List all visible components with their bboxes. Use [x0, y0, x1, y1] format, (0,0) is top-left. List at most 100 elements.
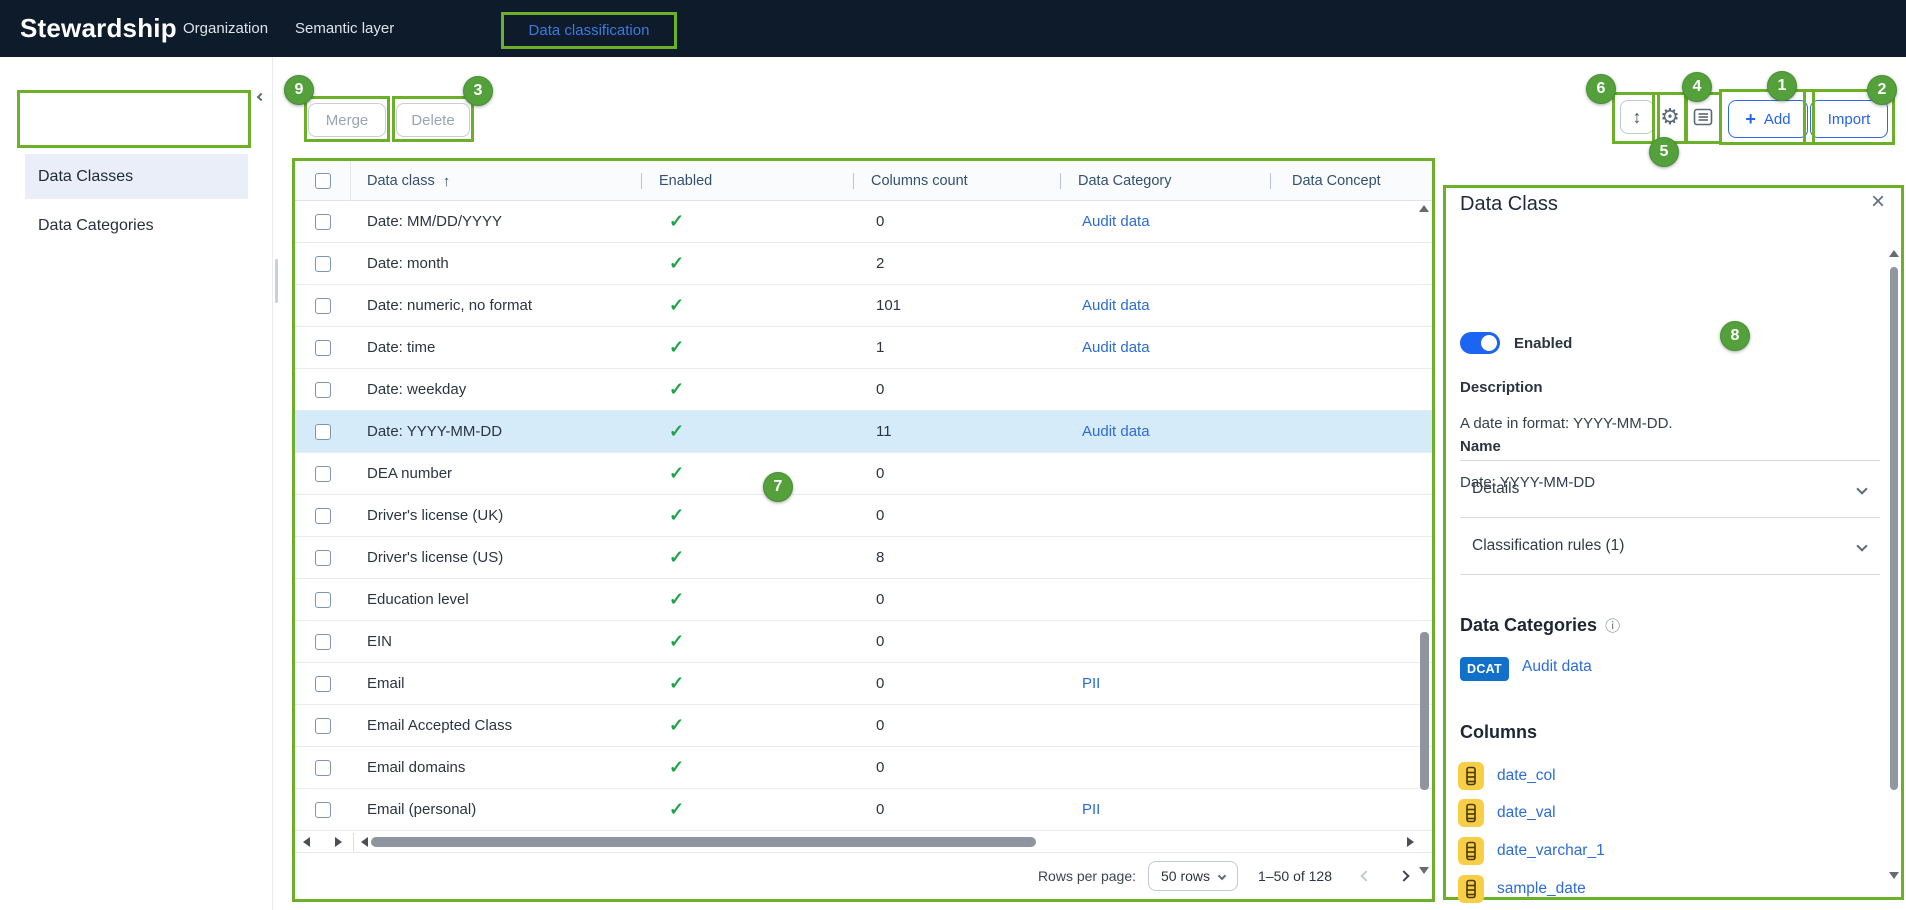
classification-rules-section-toggle[interactable]: Classification rules (1) — [1460, 524, 1880, 568]
row-checkbox[interactable] — [315, 424, 331, 440]
table-row[interactable]: Date: month✓2 — [295, 243, 1432, 285]
table-row[interactable]: Date: time✓1Audit data — [295, 327, 1432, 369]
column-header-columns-count[interactable]: Columns count — [871, 161, 968, 201]
column-header-data-concept[interactable]: Data Concept — [1292, 161, 1381, 201]
previous-page-button[interactable] — [1362, 872, 1370, 880]
column-link[interactable]: sample_date — [1497, 880, 1586, 898]
panel-column-item: date_col — [1458, 759, 1838, 793]
table-row[interactable]: Date: MM/DD/YYYY✓0Audit data — [295, 201, 1432, 243]
data-class-name: Email — [367, 663, 405, 704]
row-checkbox[interactable] — [315, 214, 331, 230]
row-checkbox[interactable] — [315, 718, 331, 734]
table-row[interactable]: Education level✓0 — [295, 579, 1432, 621]
data-class-name: Email domains — [367, 747, 465, 788]
table-row[interactable]: Email✓0PII — [295, 663, 1432, 705]
row-checkbox[interactable] — [315, 592, 331, 608]
add-button[interactable]: + Add — [1728, 100, 1808, 138]
enabled-check-icon: ✓ — [669, 621, 684, 662]
row-checkbox[interactable] — [315, 760, 331, 776]
data-class-name: Driver's license (US) — [367, 537, 503, 578]
annotation-badge-3: 3 — [463, 76, 493, 106]
column-link[interactable]: date_col — [1497, 767, 1556, 785]
enabled-toggle[interactable] — [1460, 332, 1500, 354]
row-checkbox[interactable] — [315, 676, 331, 692]
list-icon — [1691, 105, 1715, 129]
tab-data-classification-label: Data classification — [529, 22, 650, 39]
next-page-button[interactable] — [1400, 872, 1408, 880]
scroll-left-icon[interactable] — [361, 837, 368, 847]
rows-per-page-select[interactable]: 50 rows — [1148, 861, 1238, 891]
sidebar-item-data-categories[interactable]: Data Categories — [25, 207, 248, 245]
data-category-link[interactable]: PII — [1082, 663, 1100, 704]
row-checkbox[interactable] — [315, 382, 331, 398]
data-category-link[interactable]: Audit data — [1082, 327, 1150, 368]
column-link[interactable]: date_val — [1497, 804, 1556, 822]
table-row[interactable]: Date: numeric, no format✓101Audit data — [295, 285, 1432, 327]
chevron-right-icon — [1398, 870, 1409, 881]
row-checkbox[interactable] — [315, 508, 331, 524]
table-row[interactable]: Date: YYYY-MM-DD✓11Audit data — [295, 411, 1432, 453]
info-icon[interactable]: ⓘ — [1605, 615, 1620, 636]
vertical-scrollbar[interactable] — [1420, 632, 1429, 790]
panel-scrollbar[interactable] — [1890, 267, 1898, 790]
data-categories-heading: Data Categories ⓘ — [1460, 615, 1620, 636]
divider — [1460, 574, 1880, 575]
table-row[interactable]: Date: weekday✓0 — [295, 369, 1432, 411]
column-link[interactable]: date_varchar_1 — [1497, 842, 1605, 860]
data-category-link[interactable]: Audit data — [1082, 201, 1150, 242]
row-height-button[interactable]: ↕ — [1620, 100, 1654, 134]
scroll-up-icon[interactable] — [1419, 205, 1429, 212]
settings-button[interactable]: ⚙ — [1657, 104, 1683, 130]
header-divider — [641, 173, 642, 189]
data-class-name: Date: time — [367, 327, 435, 368]
enabled-check-icon: ✓ — [669, 663, 684, 704]
row-checkbox[interactable] — [315, 340, 331, 356]
table-row[interactable]: Email domains✓0 — [295, 747, 1432, 789]
enabled-check-icon: ✓ — [669, 285, 684, 326]
data-category-link[interactable]: Audit data — [1082, 285, 1150, 326]
column-header-data-category[interactable]: Data Category — [1078, 161, 1172, 201]
sidebar-collapse-button[interactable] — [250, 86, 272, 108]
scroll-left-icon[interactable] — [303, 837, 310, 847]
tab-data-classification[interactable]: Data classification — [501, 12, 677, 49]
table-row[interactable]: Email (personal)✓0PII — [295, 789, 1432, 831]
data-category-link[interactable]: PII — [1082, 789, 1100, 830]
columns-count-value: 0 — [876, 789, 884, 830]
category-link[interactable]: Audit data — [1522, 658, 1592, 676]
row-checkbox[interactable] — [315, 256, 331, 272]
table-row[interactable]: Email Accepted Class✓0 — [295, 705, 1432, 747]
table-row[interactable]: EIN✓0 — [295, 621, 1432, 663]
column-settings-button[interactable] — [1691, 105, 1715, 129]
sort-ascending-icon[interactable]: ↑ — [443, 173, 451, 190]
sidebar-item-data-classes[interactable]: Data Classes — [25, 154, 248, 199]
scroll-right-icon[interactable] — [1407, 837, 1414, 847]
table-row[interactable]: Driver's license (UK)✓0 — [295, 495, 1432, 537]
sidebar-scrollbar[interactable] — [275, 259, 278, 303]
data-category-link[interactable]: Audit data — [1082, 411, 1150, 452]
column-icon — [1458, 837, 1484, 865]
column-header-data-class[interactable]: Data class ↑ — [367, 161, 450, 201]
row-checkbox[interactable] — [315, 634, 331, 650]
scroll-down-icon[interactable] — [1889, 872, 1899, 879]
tab-semantic-layer[interactable]: Semantic layer — [295, 0, 394, 57]
close-icon[interactable]: × — [1871, 190, 1885, 214]
table-row[interactable]: Driver's license (US)✓8 — [295, 537, 1432, 579]
horizontal-scrollbar[interactable] — [371, 837, 1036, 847]
details-section-toggle[interactable]: Details — [1460, 467, 1880, 511]
row-checkbox[interactable] — [315, 298, 331, 314]
import-button[interactable]: Import — [1810, 100, 1888, 138]
column-header-enabled[interactable]: Enabled — [659, 161, 712, 201]
enabled-check-icon: ✓ — [669, 411, 684, 452]
merge-button[interactable]: Merge — [308, 103, 386, 137]
select-all-checkbox[interactable] — [315, 173, 331, 189]
table-row[interactable]: DEA number✓0 — [295, 453, 1432, 495]
panel-column-item: date_val — [1458, 796, 1838, 830]
row-checkbox[interactable] — [315, 802, 331, 818]
row-checkbox[interactable] — [315, 466, 331, 482]
delete-button[interactable]: Delete — [396, 103, 470, 137]
columns-heading: Columns — [1460, 722, 1537, 743]
row-checkbox[interactable] — [315, 550, 331, 566]
tab-organization[interactable]: Organization — [183, 0, 268, 57]
scroll-up-icon[interactable] — [1889, 250, 1899, 257]
scroll-right-icon[interactable] — [335, 837, 342, 847]
